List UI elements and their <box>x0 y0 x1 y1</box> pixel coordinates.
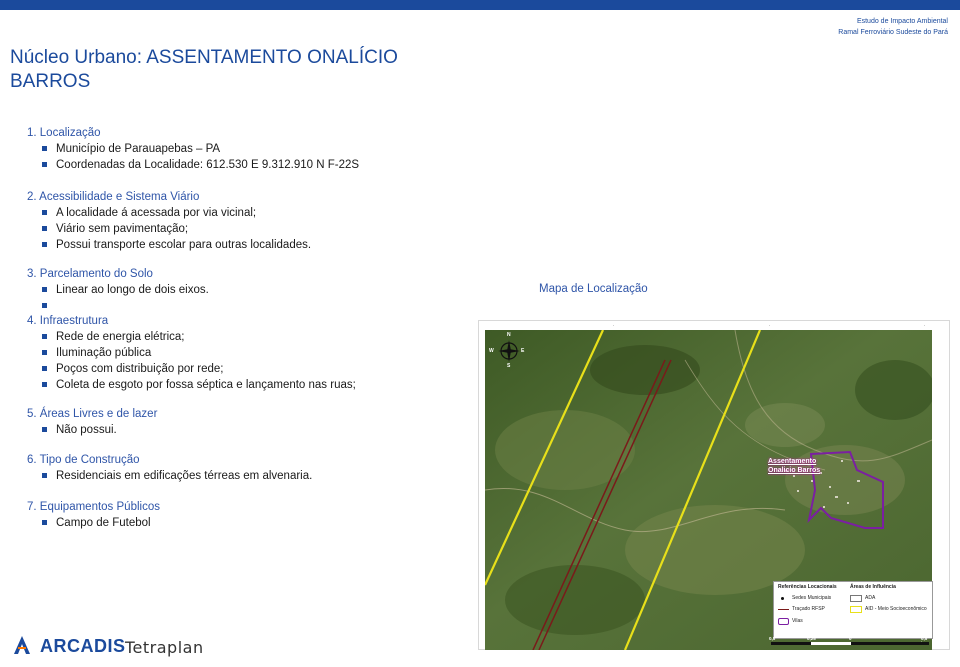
section-title: 7. Equipamentos Públicos <box>27 501 160 513</box>
section-acessibilidade: 2. Acessibilidade e Sistema Viário A loc… <box>27 189 497 253</box>
list-item: Viário sem pavimentação; <box>27 221 497 237</box>
map-tick: · <box>613 323 615 328</box>
list-item: A localidade á acessada por via vicinal; <box>27 205 497 221</box>
document-header: Estudo de Impacto Ambiental Ramal Ferrov… <box>838 16 948 38</box>
line-icon <box>778 609 789 610</box>
polygon-icon <box>850 595 862 602</box>
legend-header-influence: Áreas de Influência <box>850 584 896 590</box>
site-label-line2: Onalicio Barros <box>768 467 821 474</box>
map-caption: Mapa de Localização <box>539 283 648 295</box>
map-tick: · <box>924 323 926 328</box>
legend-item-ada: ADA <box>850 595 875 602</box>
polygon-icon <box>850 606 862 613</box>
polygon-icon <box>778 618 789 625</box>
point-icon <box>781 597 784 600</box>
section-infraestrutura: 4. Infraestrutura Rede de energia elétri… <box>27 313 497 393</box>
legend-label: AID - Meio Socioeconômico <box>865 606 927 612</box>
list-item: Coordenadas da Localidade: 612.530 E 9.3… <box>27 157 497 173</box>
list-item: Linear ao longo de dois eixos. <box>27 282 497 298</box>
legend-item-vilas: Vilas <box>778 618 803 625</box>
top-strip <box>0 0 960 10</box>
site-label-line1: Assentamento <box>768 458 817 465</box>
section-title: 3. Parcelamento do Solo <box>27 268 153 280</box>
section-title: 4. Infraestrutura <box>27 315 109 327</box>
tetraplan-logo: Tetraplan <box>125 638 204 657</box>
title-prefix: Núcleo Urbano: <box>10 47 147 68</box>
arcadis-logo: ARCADIS <box>40 636 126 656</box>
compass-n: N <box>507 332 511 338</box>
legend-label: Vilas <box>792 618 803 624</box>
section-title: 5. Áreas Livres e de lazer <box>27 408 158 420</box>
scale-bar: 0,5 0,25 0 0,5 km <box>769 636 934 648</box>
list-item: Não possui. <box>27 422 497 438</box>
legend-label: Sedes Municipais <box>792 595 832 601</box>
arcadis-logo-icon <box>14 636 30 654</box>
section-equipamentos: 7. Equipamentos Públicos Campo de Futebo… <box>27 499 497 531</box>
header-project-name: Ramal Ferroviário Sudeste do Pará <box>838 29 948 36</box>
compass-rose: N S E W <box>489 332 526 369</box>
scale-label: 0 <box>849 636 852 641</box>
section-title: 1. Localização <box>27 127 101 139</box>
legend-label: ADA <box>865 595 876 601</box>
legend-header-reference: Referências Locacionais <box>778 584 837 590</box>
list-item: Município de Parauapebas – PA <box>27 141 497 157</box>
legend-label: Traçado RFSP <box>792 606 825 612</box>
compass-s: S <box>507 363 511 369</box>
section-title: 2. Acessibilidade e Sistema Viário <box>27 191 200 203</box>
list-item: Iluminação pública <box>27 345 497 361</box>
map-tick: · <box>769 323 771 328</box>
legend-item-aid: AID - Meio Socioeconômico <box>850 606 927 613</box>
scale-segment <box>851 642 929 645</box>
compass-w: W <box>489 348 494 354</box>
list-item: Residenciais em edificações térreas em a… <box>27 468 497 484</box>
scale-segment <box>771 642 811 645</box>
legend-item-sedes: Sedes Municipais <box>778 595 831 602</box>
scale-label: 0,5 <box>769 636 776 641</box>
site-label: Assentamento Onalicio Barros <box>768 457 820 475</box>
legend-item-tracado: Traçado RFSP <box>778 606 825 613</box>
scale-label: 0,25 <box>807 636 816 641</box>
section-tipo-construcao: 6. Tipo de Construção Residenciais em ed… <box>27 452 497 484</box>
list-item: Campo de Futebol <box>27 515 497 531</box>
section-areas-livres: 5. Áreas Livres e de lazer Não possui. <box>27 406 497 438</box>
list-item: Coleta de esgoto por fossa séptica e lan… <box>27 377 497 393</box>
compass-e: E <box>521 348 525 354</box>
section-parcelamento: 3. Parcelamento do Solo Linear ao longo … <box>27 266 497 314</box>
list-item: Rede de energia elétrica; <box>27 329 497 345</box>
list-item: Possui transporte escolar para outras lo… <box>27 237 497 253</box>
map-legend: Referências Locacionais Áreas de Influên… <box>773 581 933 639</box>
section-localizacao: 1. Localização Município de Parauapebas … <box>27 125 497 173</box>
header-study-title: Estudo de Impacto Ambiental <box>856 18 948 25</box>
section-title: 6. Tipo de Construção <box>27 454 140 466</box>
list-item-empty <box>27 298 497 314</box>
page-title: Núcleo Urbano: ASSENTAMENTO ONALÍCIO BAR… <box>10 46 430 94</box>
scale-segment <box>811 642 851 645</box>
list-item: Poços com distribuição por rede; <box>27 361 497 377</box>
